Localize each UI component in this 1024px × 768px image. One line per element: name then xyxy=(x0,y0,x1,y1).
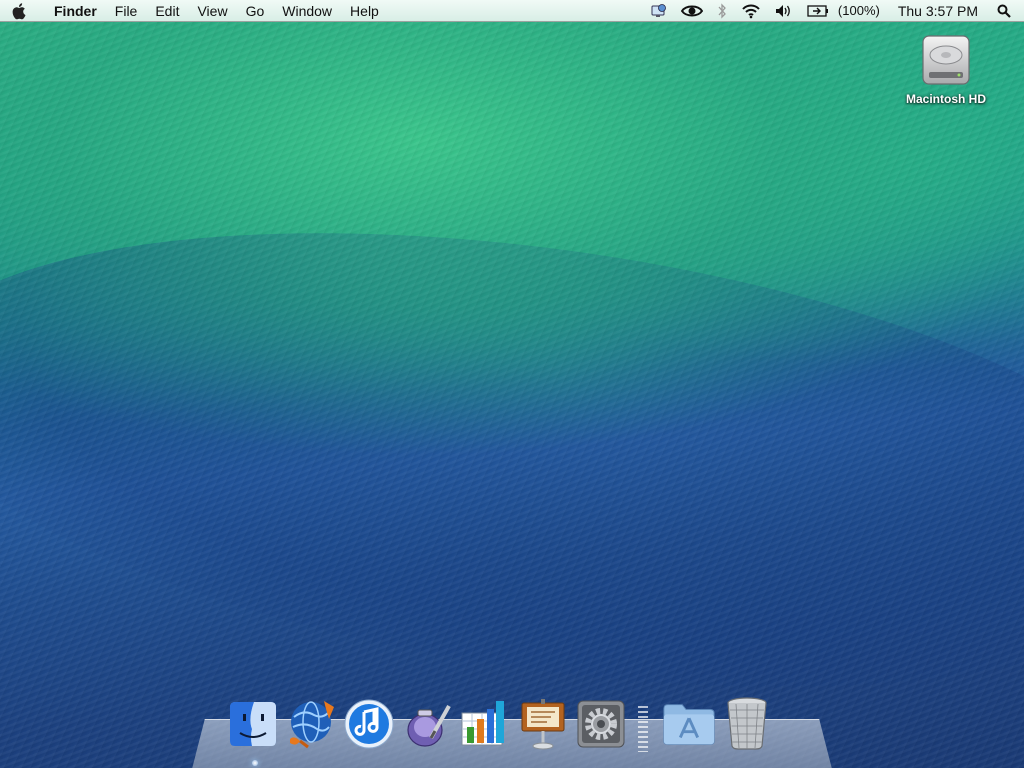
applications-folder-icon xyxy=(663,704,715,745)
menu-bar-status: (100%) Thu 3:57 PM xyxy=(644,0,1024,22)
battery-percentage[interactable]: (100%) xyxy=(836,0,886,22)
network-utility-icon xyxy=(290,701,334,749)
dock-network-utility[interactable] xyxy=(283,696,339,752)
wallpaper-wave-shade xyxy=(0,161,1024,759)
menu-window[interactable]: Window xyxy=(273,0,341,22)
menu-finder[interactable]: Finder xyxy=(40,0,106,22)
desktop-wallpaper xyxy=(0,0,1024,768)
numbers-icon xyxy=(461,701,504,746)
dock-trash[interactable] xyxy=(719,696,775,752)
dock-applications-folder[interactable] xyxy=(661,696,717,752)
menu-help[interactable]: Help xyxy=(341,0,388,22)
dock-separator[interactable] xyxy=(638,706,648,752)
hard-drive-icon xyxy=(922,35,970,85)
desktop-icon-label: Macintosh HD xyxy=(905,92,986,106)
menu-file[interactable]: File xyxy=(106,0,147,22)
menu-go[interactable]: Go xyxy=(237,0,274,22)
script-editor-icon xyxy=(407,705,451,747)
dock xyxy=(224,690,776,752)
menu-edit[interactable]: Edit xyxy=(146,0,188,22)
menu-view[interactable]: View xyxy=(188,0,236,22)
dock-itunes[interactable] xyxy=(341,696,397,752)
volume-icon[interactable] xyxy=(768,0,800,22)
remote-desktop-icon[interactable] xyxy=(644,0,674,22)
spotlight-search-icon[interactable] xyxy=(990,0,1018,22)
dock-numbers[interactable] xyxy=(457,696,513,752)
wifi-icon[interactable] xyxy=(734,0,768,22)
bluetooth-icon[interactable] xyxy=(710,0,734,22)
menu-bar: Finder File Edit View Go Window Help (10… xyxy=(0,0,1024,22)
itunes-icon xyxy=(344,699,394,749)
battery-icon[interactable] xyxy=(800,0,836,22)
dock-finder[interactable] xyxy=(225,696,281,752)
desktop-icon-macintosh-hd[interactable]: Macintosh HD xyxy=(896,32,996,106)
menu-clock[interactable]: Thu 3:57 PM xyxy=(886,0,990,22)
keynote-icon xyxy=(521,699,565,750)
trash-icon xyxy=(727,697,767,750)
eye-icon[interactable] xyxy=(674,0,710,22)
running-app-indicator xyxy=(252,760,258,766)
menu-bar-left: Finder File Edit View Go Window Help xyxy=(0,0,388,22)
dock-keynote[interactable] xyxy=(515,696,571,752)
finder-icon xyxy=(230,702,276,746)
apple-logo-icon[interactable] xyxy=(0,0,40,22)
dock-system-preferences[interactable] xyxy=(573,696,629,752)
system-preferences-icon xyxy=(577,700,625,748)
dock-script-editor[interactable] xyxy=(399,696,455,752)
